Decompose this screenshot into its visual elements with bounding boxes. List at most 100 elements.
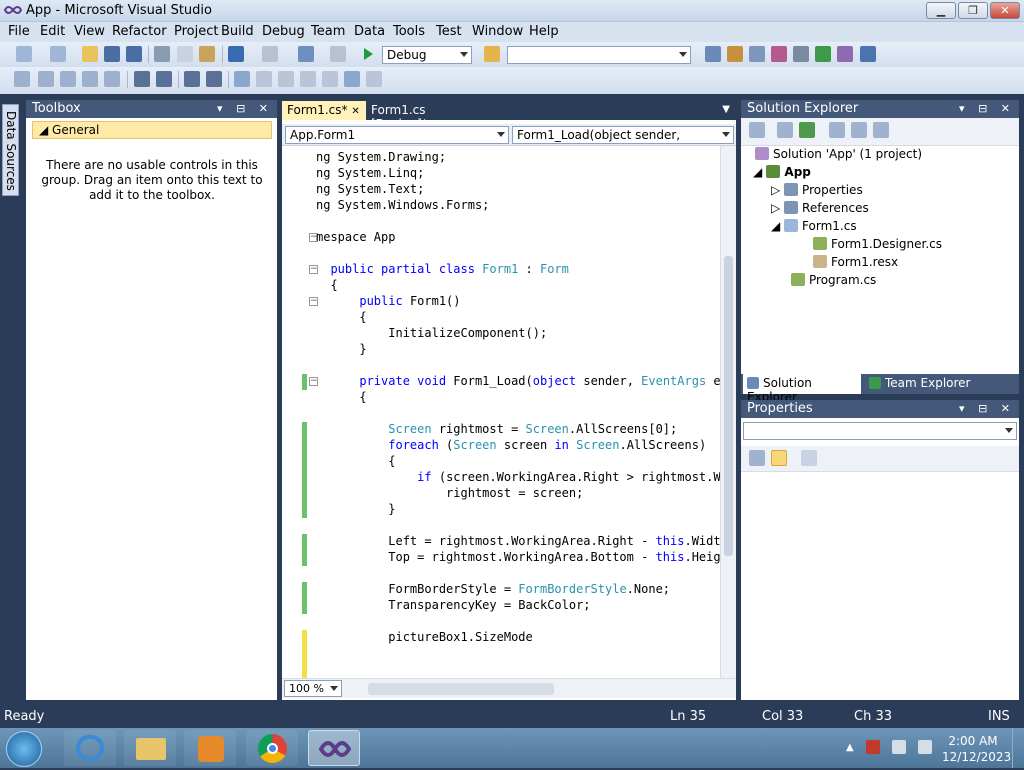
pane-window-controls[interactable]: ▾ ⊟ ✕ xyxy=(217,102,273,115)
paste-icon[interactable] xyxy=(199,46,215,62)
word-completion-icon[interactable] xyxy=(82,71,98,87)
refresh-icon[interactable] xyxy=(799,122,815,138)
cut-icon[interactable] xyxy=(154,46,170,62)
menu-build[interactable]: Build xyxy=(221,24,254,39)
tree-form1-resx[interactable]: Form1.resx xyxy=(813,255,898,269)
display-object-members-icon[interactable] xyxy=(14,71,30,87)
code-line[interactable]: Top = rightmost.WorkingArea.Bottom - thi… xyxy=(316,550,735,566)
redo-icon[interactable] xyxy=(262,46,278,62)
tab-solution-explorer[interactable]: Solution Explorer xyxy=(743,374,861,404)
class-diagram-icon[interactable] xyxy=(873,122,889,138)
save-all-icon[interactable] xyxy=(126,46,142,62)
show-all-files-icon[interactable] xyxy=(777,122,793,138)
toolbox-icon[interactable] xyxy=(771,46,787,62)
toolbar-options-icon[interactable] xyxy=(366,71,382,87)
menu-refactor[interactable]: Refactor xyxy=(112,24,167,39)
properties-object-select[interactable] xyxy=(743,422,1017,440)
add-item-icon[interactable] xyxy=(50,46,66,62)
uncomment-lines-icon[interactable] xyxy=(206,71,222,87)
code-line[interactable]: } xyxy=(316,342,366,358)
team-explorer-icon[interactable] xyxy=(815,46,831,62)
next-bookmark-folder-icon[interactable] xyxy=(322,71,338,87)
code-area[interactable]: − − − − ng System.Drawing; ng System.Linq; ng… xyxy=(282,146,736,678)
view-code-icon[interactable] xyxy=(829,122,845,138)
comment-lines-icon[interactable] xyxy=(184,71,200,87)
code-line[interactable]: InitializeComponent(); xyxy=(316,326,547,342)
properties-icon[interactable] xyxy=(749,122,765,138)
tree-solution[interactable]: Solution 'App' (1 project) xyxy=(755,147,922,161)
visual-studio-taskbar-icon[interactable] xyxy=(308,730,360,766)
navigate-backward-icon[interactable] xyxy=(298,46,314,62)
menu-test[interactable]: Test xyxy=(436,24,462,39)
chrome-icon[interactable] xyxy=(246,730,298,766)
tree-project-app[interactable]: ◢ App xyxy=(753,165,811,179)
scroll-thumb[interactable] xyxy=(724,256,733,556)
code-line[interactable]: pictureBox1.SizeMode xyxy=(316,630,533,646)
tree-program-cs[interactable]: Program.cs xyxy=(791,273,876,287)
menu-data[interactable]: Data xyxy=(354,24,385,39)
view-designer-icon[interactable] xyxy=(851,122,867,138)
menu-help[interactable]: Help xyxy=(529,24,559,39)
start-button-icon[interactable] xyxy=(6,731,42,767)
code-line[interactable]: FormBorderStyle = FormBorderStyle.None; xyxy=(316,582,670,598)
code-line[interactable]: { xyxy=(316,278,337,294)
code-line[interactable]: public Form1() xyxy=(316,294,460,310)
code-line[interactable]: { xyxy=(316,454,395,470)
tree-properties[interactable]: ▷ Properties xyxy=(771,183,863,197)
quick-info-icon[interactable] xyxy=(60,71,76,87)
previous-bookmark-icon[interactable] xyxy=(256,71,272,87)
new-project-icon[interactable] xyxy=(16,46,32,62)
menu-tools[interactable]: Tools xyxy=(393,24,425,39)
menu-window[interactable]: Window xyxy=(472,24,523,39)
copy-icon[interactable] xyxy=(177,46,193,62)
code-line[interactable]: private void Form1_Load(object sender, E… xyxy=(316,374,728,390)
code-line[interactable]: if (screen.WorkingArea.Right > rightmost… xyxy=(316,470,735,486)
minimize-button[interactable]: ▁ xyxy=(926,2,956,19)
vertical-scrollbar[interactable] xyxy=(720,146,736,678)
pane-window-controls[interactable]: ▾ ⊟ ✕ xyxy=(959,402,1015,415)
clock[interactable]: 2:00 AM 12/12/2023 xyxy=(942,733,1011,765)
properties-window-icon[interactable] xyxy=(727,46,743,62)
solution-explorer-icon[interactable] xyxy=(705,46,721,62)
next-bookmark-icon[interactable] xyxy=(278,71,294,87)
solution-configuration-select[interactable]: Debug xyxy=(382,46,472,64)
menu-debug[interactable]: Debug xyxy=(262,24,305,39)
tree-form1-cs[interactable]: ◢ Form1.cs xyxy=(771,219,857,233)
internet-explorer-icon[interactable] xyxy=(64,730,116,766)
maximize-button[interactable]: ❐ xyxy=(958,2,988,19)
show-hidden-icons-icon[interactable]: ▲ xyxy=(846,742,854,753)
code-line[interactable]: foreach (Screen screen in Screen.AllScre… xyxy=(316,438,706,454)
menu-view[interactable]: View xyxy=(74,24,105,39)
tools-icon[interactable] xyxy=(793,46,809,62)
open-file-icon[interactable] xyxy=(82,46,98,62)
pane-window-controls[interactable]: ▾ ⊟ ✕ xyxy=(959,102,1015,115)
tab-team-explorer[interactable]: Team Explorer xyxy=(865,374,995,394)
bookmarks-icon[interactable] xyxy=(104,71,120,87)
start-debugging-icon[interactable] xyxy=(360,46,376,62)
close-tab-icon[interactable]: ✕ xyxy=(351,106,359,117)
network-icon[interactable] xyxy=(892,740,906,754)
code-line[interactable]: Left = rightmost.WorkingArea.Right - thi… xyxy=(316,534,735,550)
clear-bookmarks-icon[interactable] xyxy=(344,71,360,87)
menu-file[interactable]: File xyxy=(8,24,30,39)
code-line[interactable]: TransparencyKey = BackColor; xyxy=(316,598,590,614)
toolbox-group-general[interactable]: ◢ General xyxy=(32,121,272,139)
categorized-icon[interactable] xyxy=(749,450,765,466)
save-icon[interactable] xyxy=(104,46,120,62)
code-line[interactable]: ng System.Windows.Forms; xyxy=(316,198,489,214)
code-line[interactable]: Screen rightmost = Screen.AllScreens[0]; xyxy=(316,422,677,438)
tab-list-chevron-icon[interactable]: ▼ xyxy=(722,104,730,115)
toggle-bookmark-icon[interactable] xyxy=(234,71,250,87)
code-line[interactable]: { xyxy=(316,310,366,326)
code-line[interactable]: { xyxy=(316,390,366,406)
navigate-forward-icon[interactable] xyxy=(330,46,346,62)
close-button[interactable]: ✕ xyxy=(990,2,1020,19)
show-desktop-button[interactable] xyxy=(1012,728,1024,768)
parameter-info-icon[interactable] xyxy=(38,71,54,87)
tree-references[interactable]: ▷ References xyxy=(771,201,869,215)
action-center-icon[interactable] xyxy=(866,740,880,754)
tab-form1-design[interactable]: Form1.cs [Design]* xyxy=(366,101,476,131)
file-explorer-icon[interactable] xyxy=(124,730,176,766)
property-pages-icon[interactable] xyxy=(801,450,817,466)
media-player-icon[interactable] xyxy=(184,730,236,766)
